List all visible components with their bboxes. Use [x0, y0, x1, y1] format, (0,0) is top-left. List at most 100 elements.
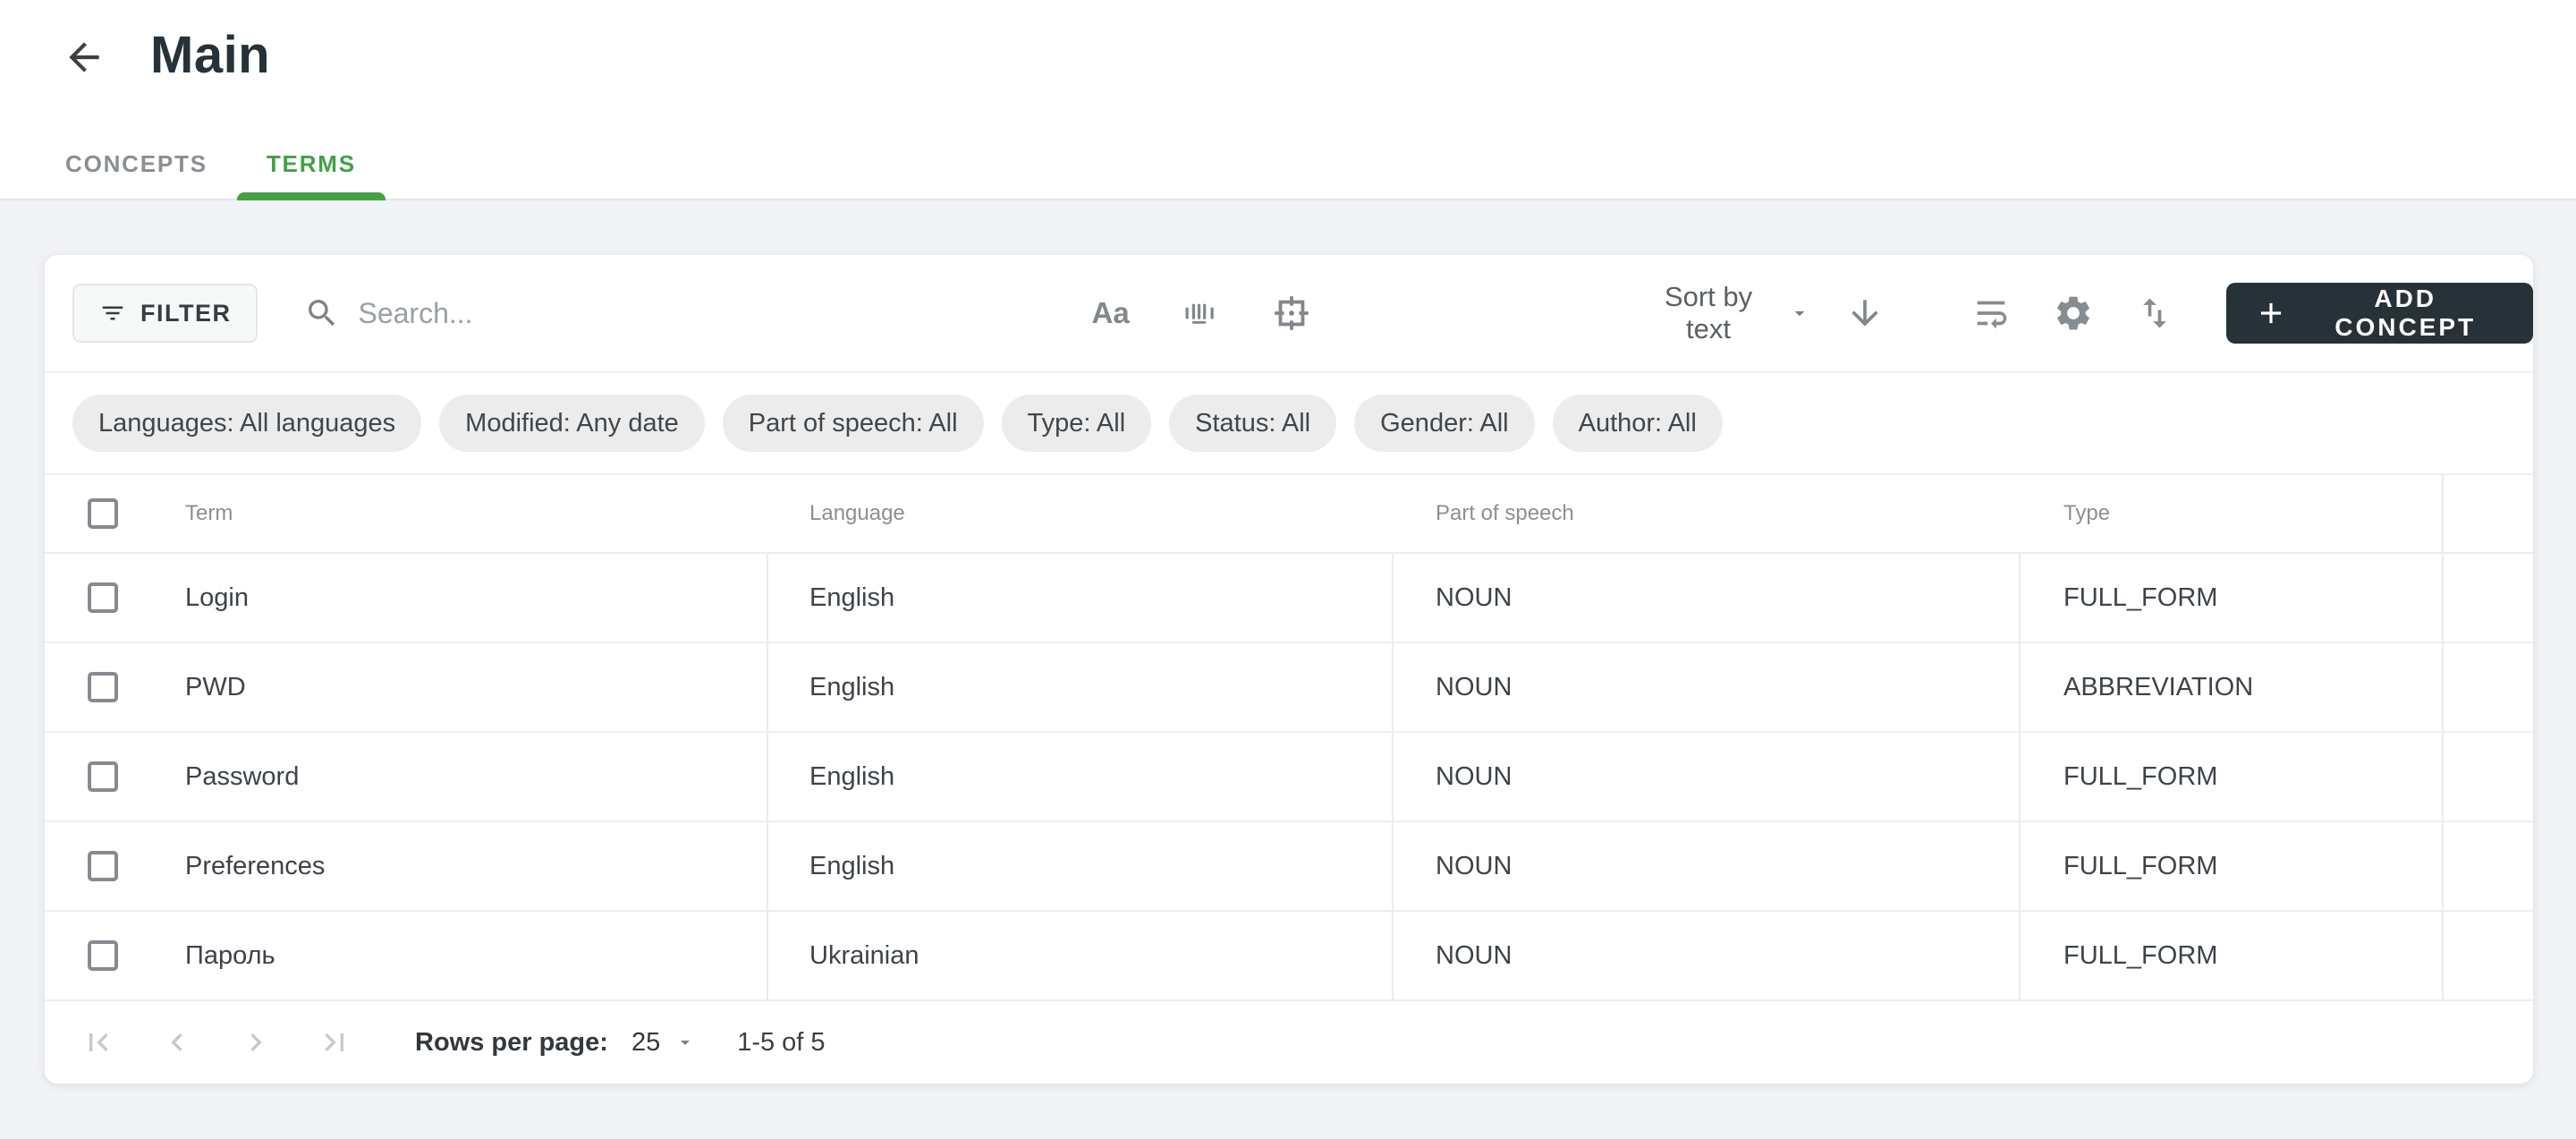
search-option-icons: Aa [1091, 293, 1311, 334]
arrow-left-icon [62, 35, 106, 80]
part-of-speech-cell: NOUN [1394, 912, 2021, 1001]
pagination-range: 1-5 of 5 [737, 1028, 825, 1058]
selection-frame-button[interactable] [1271, 293, 1312, 334]
table-row[interactable]: Preferences English NOUN FULL_FORM [45, 822, 2533, 912]
term-cell: Пароль [161, 912, 768, 1001]
match-case-button[interactable]: Aa [1091, 296, 1129, 330]
filter-button-label: FILTER [140, 300, 231, 327]
search-input[interactable] [358, 297, 1020, 330]
table-row[interactable]: Пароль Ukrainian NOUN FULL_FORM [45, 912, 2533, 1001]
chip-status[interactable]: Status: All [1169, 395, 1336, 452]
terms-card: FILTER Aa [45, 255, 2533, 1084]
first-page-button[interactable] [80, 1024, 116, 1060]
extra-cell [2444, 822, 2533, 912]
active-tab-indicator [237, 192, 386, 200]
language-cell: English [768, 733, 1394, 822]
chip-author[interactable]: Author: All [1553, 395, 1723, 452]
next-page-button[interactable] [238, 1024, 274, 1060]
search-icon [304, 295, 340, 331]
tab-terms-label: TERMS [267, 150, 356, 178]
row-checkbox[interactable] [88, 672, 118, 702]
language-cell: English [768, 643, 1394, 733]
next-page-icon [238, 1024, 274, 1060]
rows-per-page-select[interactable]: 25 [631, 1028, 696, 1058]
chip-gender[interactable]: Gender: All [1354, 395, 1534, 452]
extra-cell [2444, 733, 2533, 822]
match-case-icon: Aa [1091, 296, 1129, 330]
last-page-icon [317, 1024, 352, 1060]
tab-concepts[interactable]: CONCEPTS [36, 129, 237, 199]
chip-part-of-speech-label: Part of speech: All [749, 409, 958, 438]
table-row[interactable]: PWD English NOUN ABBREVIATION [45, 643, 2533, 733]
row-checkbox[interactable] [88, 940, 118, 971]
chip-languages-label: Languages: All languages [98, 409, 395, 438]
chip-languages[interactable]: Languages: All languages [72, 395, 421, 452]
term-cell: Password [161, 733, 768, 822]
part-of-speech-cell: NOUN [1394, 733, 2021, 822]
chip-modified[interactable]: Modified: Any date [439, 395, 705, 452]
language-cell: English [768, 554, 1394, 643]
tab-terms[interactable]: TERMS [237, 129, 386, 199]
add-concept-button[interactable]: ADD CONCEPT [2226, 283, 2533, 344]
settings-button[interactable] [2053, 293, 2094, 334]
term-cell: Preferences [161, 822, 768, 912]
part-of-speech-cell: NOUN [1394, 822, 2021, 912]
chip-type-label: Type: All [1028, 409, 1126, 438]
column-header-language: Language [768, 475, 1394, 554]
column-header-part-of-speech: Part of speech [1394, 475, 2021, 554]
wrap-text-icon [1970, 293, 2012, 334]
chip-author-label: Author: All [1579, 409, 1697, 438]
type-cell: FULL_FORM [2021, 822, 2444, 912]
previous-page-button[interactable] [159, 1024, 195, 1060]
column-header-term: Term [161, 475, 768, 554]
barcode-icon [1180, 293, 1221, 334]
extra-cell [2444, 643, 2533, 733]
first-page-icon [80, 1024, 116, 1060]
row-checkbox[interactable] [88, 761, 118, 792]
barcode-button[interactable] [1180, 293, 1221, 334]
sort-by-dropdown[interactable]: Sort by text [1645, 281, 1812, 345]
table-row[interactable]: Login English NOUN FULL_FORM [45, 554, 2533, 643]
language-cell: Ukrainian [768, 912, 1394, 1001]
main-area: FILTER Aa [0, 200, 2576, 1084]
row-checkbox[interactable] [88, 851, 118, 881]
term-cell: PWD [161, 643, 768, 733]
sort-cluster: Sort by text [1645, 281, 1885, 345]
term-cell: Login [161, 554, 768, 643]
previous-page-icon [159, 1024, 195, 1060]
extra-cell [2444, 554, 2533, 643]
type-cell: FULL_FORM [2021, 912, 2444, 1001]
part-of-speech-cell: NOUN [1394, 554, 2021, 643]
last-page-button[interactable] [317, 1024, 352, 1060]
app-header: Main CONCEPTS TERMS [0, 0, 2576, 200]
column-header-type: Type [2021, 475, 2444, 554]
filter-icon [99, 300, 126, 327]
page-title: Main [150, 25, 270, 85]
tab-concepts-label: CONCEPTS [65, 150, 208, 178]
pagination-bar: Rows per page: 25 1-5 of 5 [45, 1001, 2533, 1084]
add-concept-label: ADD CONCEPT [2305, 285, 2505, 342]
view-option-icons [1970, 293, 2174, 334]
chip-part-of-speech[interactable]: Part of speech: All [723, 395, 984, 452]
selection-frame-icon [1271, 293, 1312, 334]
wrap-text-button[interactable] [1970, 293, 2012, 334]
chip-modified-label: Modified: Any date [465, 409, 679, 438]
language-cell: English [768, 822, 1394, 912]
part-of-speech-cell: NOUN [1394, 643, 2021, 733]
rows-per-page-value: 25 [631, 1028, 660, 1058]
extra-cell [2444, 912, 2533, 1001]
table-row[interactable]: Password English NOUN FULL_FORM [45, 733, 2533, 822]
caret-down-icon [674, 1032, 696, 1053]
row-checkbox[interactable] [88, 582, 118, 613]
chip-status-label: Status: All [1195, 409, 1310, 438]
select-all-checkbox[interactable] [88, 498, 118, 529]
back-button[interactable] [59, 32, 109, 82]
chip-type[interactable]: Type: All [1002, 395, 1152, 452]
sort-direction-button[interactable] [1845, 293, 1885, 333]
toolbar: FILTER Aa [45, 255, 2533, 373]
gear-icon [2053, 293, 2094, 334]
import-export-button[interactable] [2135, 293, 2174, 333]
type-cell: ABBREVIATION [2021, 643, 2444, 733]
tab-bar: CONCEPTS TERMS [36, 129, 386, 199]
filter-button[interactable]: FILTER [72, 284, 258, 343]
